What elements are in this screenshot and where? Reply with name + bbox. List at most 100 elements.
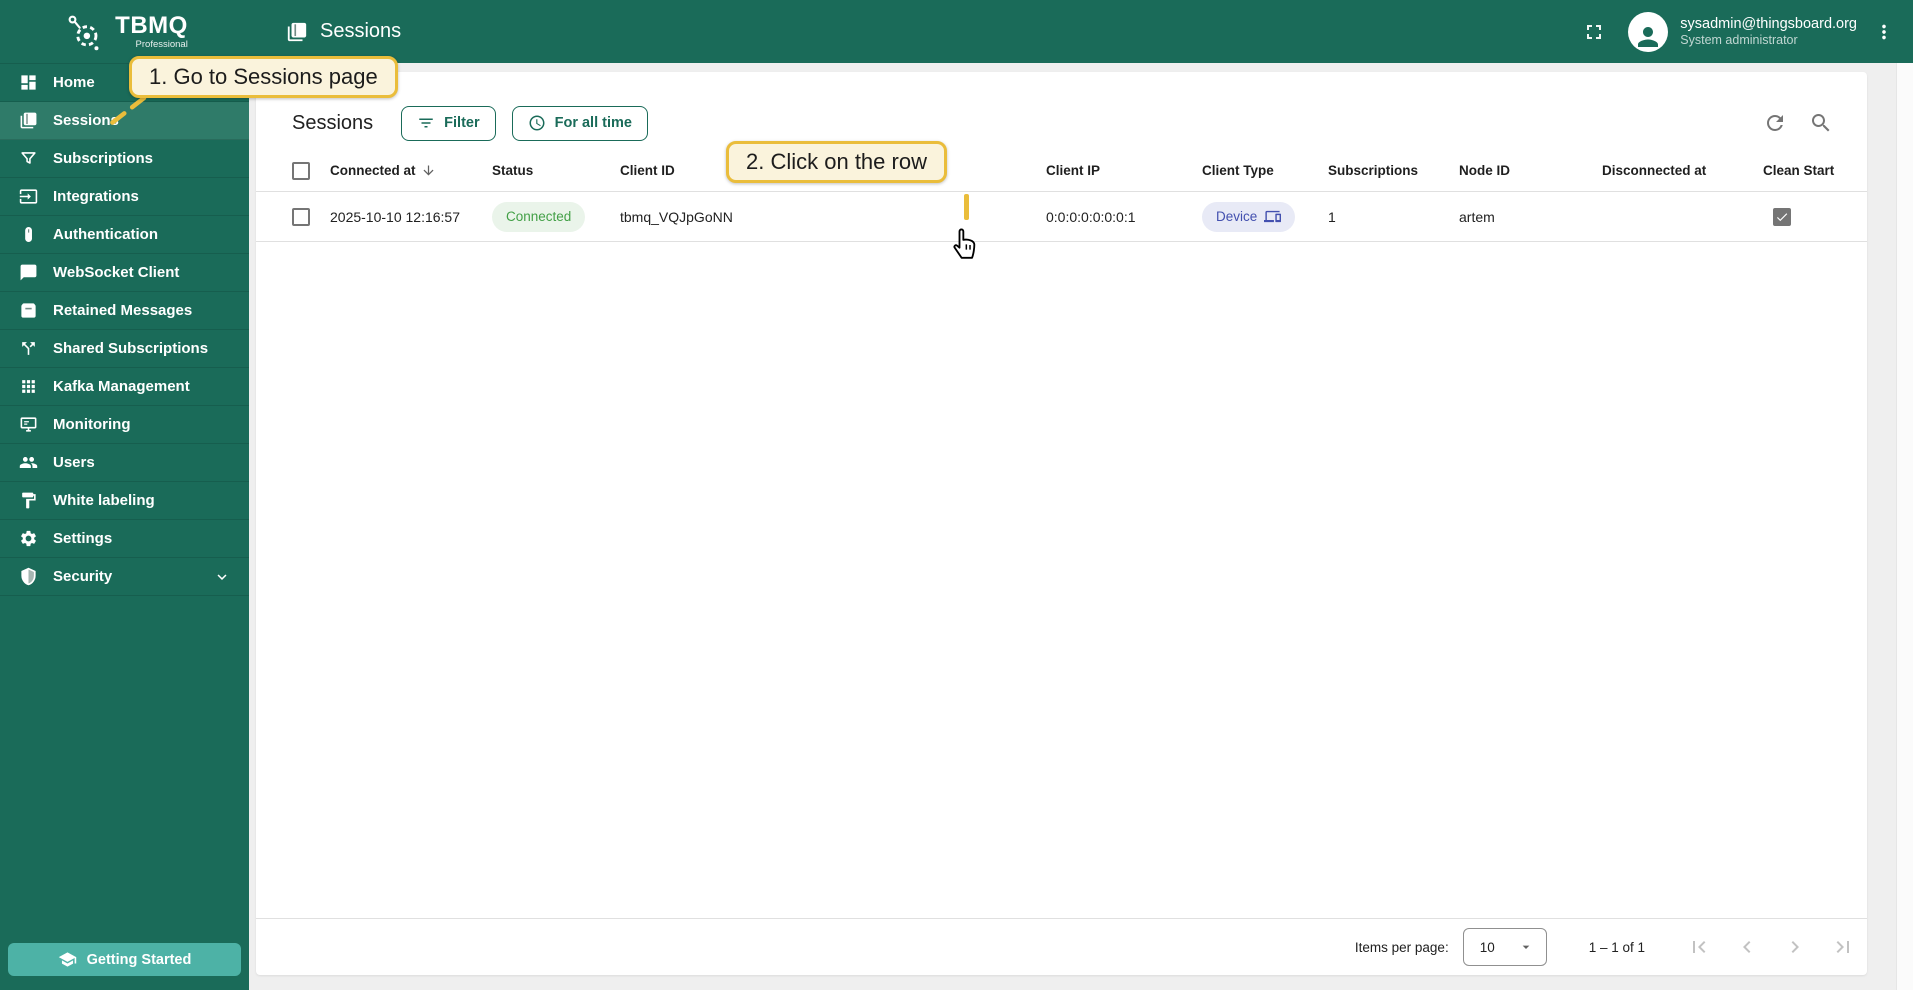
sidebar-item-integrations[interactable]: Integrations (0, 178, 249, 216)
gear-icon (21, 530, 36, 547)
apps-grid-icon (22, 380, 35, 393)
select-all-checkbox[interactable] (292, 161, 310, 180)
sidebar-item-label: Shared Subscriptions (53, 340, 209, 357)
column-label: Client IP (1046, 163, 1101, 178)
scrollbar-track[interactable] (1896, 63, 1913, 990)
column-label: Node ID (1459, 163, 1511, 178)
sidebar-item-label: Home (53, 74, 95, 91)
call-split-icon (22, 342, 35, 355)
sessions-book-icon (20, 112, 37, 129)
last-page-icon (1836, 941, 1849, 953)
fullscreen-button[interactable] (1582, 20, 1606, 44)
paint-roller-icon (22, 492, 36, 509)
refresh-button[interactable] (1763, 111, 1787, 135)
clean-start-checkbox[interactable] (1773, 207, 1791, 226)
cell-subscriptions: 1 (1328, 208, 1336, 225)
sidebar-item-shared-subscriptions[interactable]: Shared Subscriptions (0, 330, 249, 368)
mouse-icon (25, 226, 32, 243)
first-page-button[interactable] (1687, 935, 1711, 959)
topbar-page-title: Sessions (286, 20, 401, 43)
column-label: Disconnected at (1602, 163, 1707, 178)
sidebar-item-label: White labeling (53, 492, 155, 509)
column-label: Client Type (1202, 163, 1274, 178)
check-icon (1776, 212, 1788, 221)
clock-icon (529, 115, 545, 131)
column-label: Connected at (330, 163, 416, 178)
filter-button-label: Filter (444, 115, 480, 131)
time-range-button[interactable]: For all time (511, 105, 648, 141)
cell-connected-at: 2025-10-10 12:16:57 (330, 208, 460, 225)
range-label: 1 – 1 of 1 (1588, 939, 1645, 955)
column-label: Clean Start (1763, 163, 1835, 178)
arrow-down-icon (421, 163, 436, 178)
input-icon (19, 189, 38, 204)
page-size-value: 10 (1479, 939, 1495, 955)
next-page-button[interactable] (1783, 935, 1807, 959)
column-header-status[interactable]: Status (492, 163, 620, 178)
sidebar-item-security[interactable]: Security (0, 558, 249, 596)
annotation-pointer-line (964, 194, 969, 220)
getting-started-label: Getting Started (86, 951, 192, 968)
time-range-label: For all time (554, 115, 632, 131)
first-page-icon (1693, 941, 1706, 953)
sessions-book-icon (287, 22, 307, 41)
sidebar-item-white-labeling[interactable]: White labeling (0, 482, 249, 520)
chat-icon (20, 264, 37, 281)
last-page-button[interactable] (1831, 935, 1855, 959)
column-header-subscriptions[interactable]: Subscriptions (1328, 163, 1459, 178)
sidebar-item-subscriptions[interactable]: Subscriptions (0, 140, 249, 178)
pointer-cursor-icon (953, 228, 976, 259)
sidebar-item-label: Users (53, 454, 95, 471)
sidebar-item-kafka-management[interactable]: Kafka Management (0, 368, 249, 406)
annotation-step-1: 1. Go to Sessions page (129, 56, 398, 98)
sidebar-item-users[interactable]: Users (0, 444, 249, 482)
sidebar-item-label: Settings (53, 530, 113, 547)
sidebar-item-websocket-client[interactable]: WebSocket Client (0, 254, 249, 292)
brand-logo: TBMQ Professional (0, 9, 249, 55)
brand-name: TBMQ (115, 11, 188, 39)
archive-icon (21, 303, 36, 318)
graduation-cap-icon (58, 952, 76, 967)
kebab-menu-icon (1882, 24, 1886, 39)
filter-list-icon (419, 118, 433, 128)
column-header-disconnected-at[interactable]: Disconnected at (1602, 163, 1763, 178)
row-checkbox[interactable] (292, 207, 310, 226)
sidebar-item-label: Retained Messages (53, 302, 193, 319)
users-icon (19, 456, 38, 469)
logo-gear-icon (68, 15, 99, 50)
table-header-row: Connected at Status Client ID Client IP … (256, 150, 1867, 192)
avatar[interactable] (1628, 11, 1669, 52)
column-header-client-type[interactable]: Client Type (1202, 163, 1328, 178)
column-header-connected-at[interactable]: Connected at (330, 163, 492, 178)
items-per-page-label: Items per page: (1354, 939, 1449, 955)
sidebar-item-label: Kafka Management (53, 378, 190, 395)
sidebar-item-retained-messages[interactable]: Retained Messages (0, 292, 249, 330)
column-header-clean-start[interactable]: Clean Start (1763, 163, 1847, 178)
fullscreen-icon (1587, 24, 1602, 39)
funnel-icon (21, 152, 36, 164)
device-icon (1264, 210, 1282, 223)
kebab-menu-button[interactable] (1873, 21, 1895, 43)
getting-started-button[interactable]: Getting Started (8, 943, 241, 976)
sidebar: Home Sessions Subscriptions Integrations… (0, 63, 249, 990)
refresh-icon (1767, 115, 1783, 131)
filter-button[interactable]: Filter (401, 105, 496, 141)
table-row[interactable]: 2025-10-10 12:16:57 Connected tbmq_VQJpG… (256, 192, 1867, 242)
column-header-node-id[interactable]: Node ID (1459, 163, 1602, 178)
column-label: Subscriptions (1328, 163, 1419, 178)
previous-page-button[interactable] (1735, 935, 1759, 959)
user-info[interactable]: sysadmin@thingsboard.org System administ… (1680, 15, 1857, 49)
sidebar-item-authentication[interactable]: Authentication (0, 216, 249, 254)
sidebar-item-label: WebSocket Client (53, 264, 180, 281)
page-size-select[interactable]: 10 (1462, 928, 1547, 966)
cell-client-ip: 0:0:0:0:0:0:0:1 (1046, 208, 1136, 225)
sessions-card: Sessions Filter For all time Connected a… (256, 72, 1867, 975)
search-button[interactable] (1809, 111, 1833, 135)
sidebar-item-label: Integrations (53, 188, 139, 205)
user-email: sysadmin@thingsboard.org (1680, 15, 1857, 32)
sidebar-item-settings[interactable]: Settings (0, 520, 249, 558)
column-header-client-ip[interactable]: Client IP (1046, 163, 1202, 178)
column-label: Status (492, 163, 534, 178)
sidebar-item-label: Security (53, 568, 113, 585)
sidebar-item-monitoring[interactable]: Monitoring (0, 406, 249, 444)
